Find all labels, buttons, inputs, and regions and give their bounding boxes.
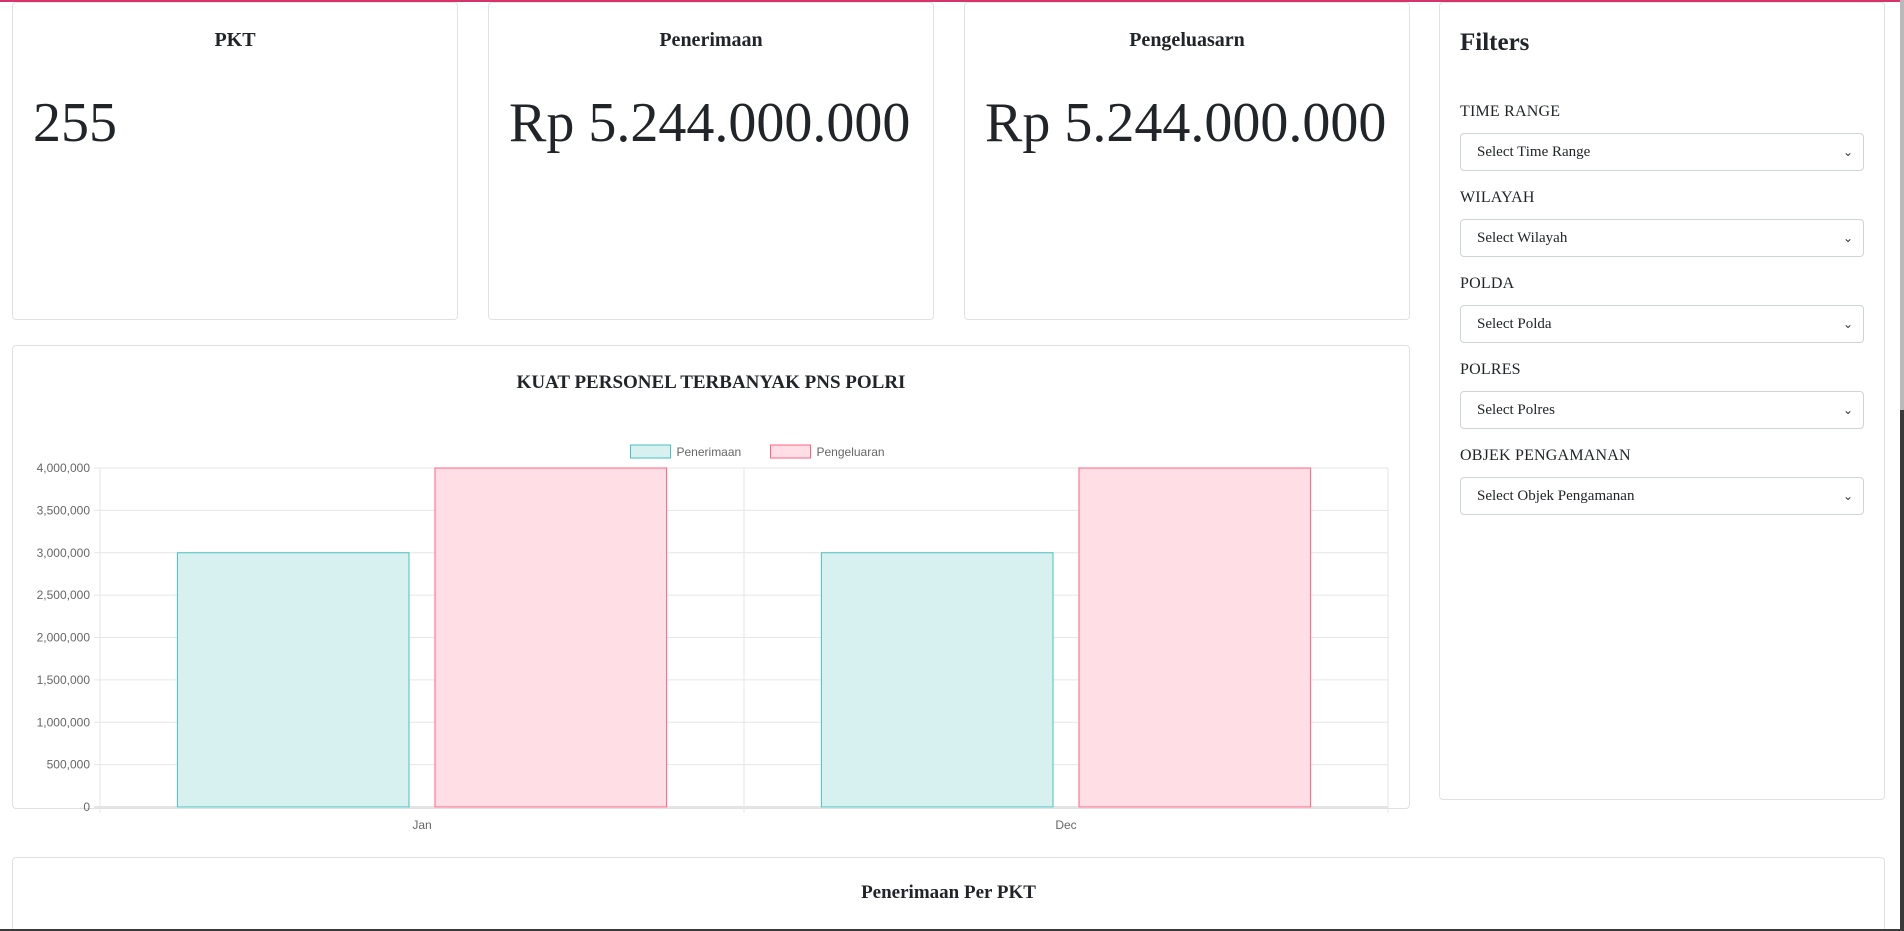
bar-penerimaan-jan xyxy=(176,552,410,808)
scrollbar-thumb[interactable] xyxy=(1900,0,1904,410)
y-tick-label: 2,500,000 xyxy=(37,588,91,602)
x-tick-label: Dec xyxy=(1055,818,1076,832)
section-title: Penerimaan Per PKT xyxy=(861,882,1036,903)
legend-swatch xyxy=(770,444,811,459)
y-tick-label: 1,500,000 xyxy=(37,673,91,687)
legend-label: Penerimaan xyxy=(677,445,742,459)
legend-swatch xyxy=(630,444,671,459)
legend-label: Pengeluaran xyxy=(817,445,885,459)
bar-penerimaan-dec xyxy=(820,552,1054,808)
bar-pengeluaran-dec xyxy=(1078,467,1312,808)
y-tick-label: 4,000,000 xyxy=(37,461,91,475)
bar-chart: 0 500,000 1,000,000 1,500,000 2,000,000 2,500… xyxy=(37,444,1389,832)
y-tick-label: 500,000 xyxy=(47,758,91,772)
y-tick-label: 3,500,000 xyxy=(37,503,91,517)
y-tick-label: 3,000,000 xyxy=(37,546,91,560)
x-tick-label: Jan xyxy=(412,818,431,832)
y-tick-label: 0 xyxy=(83,800,90,814)
bar-pengeluaran-jan xyxy=(434,467,668,808)
penerimaan-per-pkt-section: Penerimaan Per PKT xyxy=(12,857,1885,931)
y-tick-label: 1,000,000 xyxy=(37,715,91,729)
y-tick-label: 2,000,000 xyxy=(37,631,91,645)
